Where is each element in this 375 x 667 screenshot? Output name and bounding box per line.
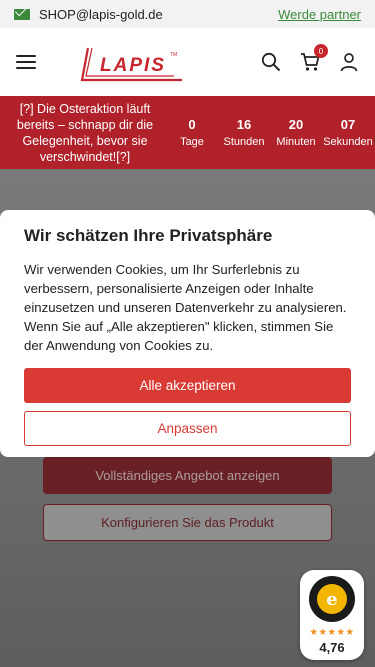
cart-count-badge: 0 — [314, 44, 328, 58]
user-icon[interactable] — [339, 52, 359, 72]
cookie-dialog-text: Wir verwenden Cookies, um Ihr Surferlebn… — [24, 262, 347, 353]
trusted-shops-seal-icon: e — [309, 576, 355, 622]
countdown-hours: 16 Stunden — [223, 117, 265, 148]
site-header: LAPIS TM 0 — [0, 28, 375, 96]
rating-score: 4,76 — [319, 640, 345, 655]
lapis-logo[interactable]: LAPIS TM — [78, 38, 188, 86]
search-icon[interactable] — [261, 52, 281, 72]
countdown-days: 0 Tage — [180, 117, 204, 148]
promo-message: [?] Die Osteraktion läuft bereits – schn… — [16, 101, 154, 164]
cookie-dialog-title: Wir schätzen Ihre Privatsphäre — [24, 226, 273, 245]
shop-email-link[interactable]: SHOP@lapis-gold.de — [39, 7, 163, 22]
accept-all-cookies-button[interactable]: Alle akzeptieren — [24, 368, 351, 403]
cart-icon[interactable]: 0 — [300, 44, 328, 72]
trusted-shops-badge[interactable]: e ★★★★★ 4,76 — [300, 570, 364, 660]
countdown-timer: 0 Tage 16 Stunden 20 Minuten 07 Sekunden — [166, 117, 374, 148]
countdown-minutes: 20 Minuten — [276, 117, 316, 148]
mail-icon — [14, 8, 30, 20]
customize-cookies-button[interactable]: Anpassen — [24, 411, 351, 446]
top-contact-bar: SHOP@lapis-gold.de Werde partner — [0, 0, 375, 28]
menu-icon[interactable] — [16, 55, 36, 69]
cookie-consent-dialog: Wir schätzen Ihre Privatsphäre Wir verwe… — [0, 210, 375, 457]
become-partner-link[interactable]: Werde partner — [278, 7, 361, 22]
rating-stars: ★★★★★ — [309, 627, 355, 638]
easter-promo-banner: [?] Die Osteraktion läuft bereits – schn… — [0, 96, 375, 169]
logo-tm: TM — [170, 52, 177, 58]
countdown-seconds: 07 Sekunden — [323, 117, 373, 148]
logo-wordmark: LAPIS — [100, 55, 166, 76]
